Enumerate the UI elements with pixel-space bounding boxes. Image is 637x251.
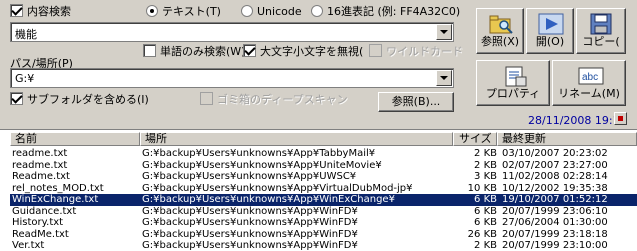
cell-modified: 19/10/2007 01:52:12	[502, 194, 608, 205]
cell-name: readme.txt	[12, 159, 68, 171]
cell-size: 3 KB	[474, 171, 497, 182]
search-query-combo[interactable]: 機能	[10, 22, 454, 42]
open-button[interactable]: 開(O)	[526, 8, 574, 54]
cell-modified: 20/07/1999 23:06:10	[502, 205, 608, 217]
table-row[interactable]: Guidance.txt G:¥backup¥Users¥unknowns¥App…	[10, 206, 637, 218]
column-header-name[interactable]: 名前	[10, 132, 140, 146]
cell-size: 2 KB	[474, 159, 497, 171]
properties-icon	[505, 66, 527, 87]
cell-location: G:¥backup¥Users¥unknowns¥App¥WinFD¥	[142, 205, 358, 217]
table-row[interactable]: Readme.txt G:¥backup¥Users¥unknowns¥App¥U…	[10, 171, 637, 183]
search-query-value: 機能	[15, 28, 37, 41]
cell-name: WinExChange.txt	[12, 194, 99, 205]
cell-modified: 10/12/2002 19:35:38	[502, 182, 608, 194]
table-row[interactable]: History.txt G:¥backup¥Users¥unknowns¥App¥…	[10, 217, 637, 229]
cell-size: 2 KB	[474, 148, 497, 159]
word-only-checkbox[interactable]	[143, 44, 156, 57]
radio-unicode-label: Unicode	[257, 5, 302, 18]
cell-name: ReadMe.txt	[12, 228, 69, 240]
table-row[interactable]: Ver.txt G:¥backup¥Users¥unknowns¥App¥WinF…	[10, 240, 637, 251]
browse-button[interactable]: 参照(X)	[476, 8, 524, 54]
cell-location: G:¥backup¥Users¥unknowns¥App¥WinFD¥	[142, 228, 358, 240]
cell-name: rel_notes_MOD.txt	[12, 182, 104, 194]
path-combo[interactable]: G:¥	[10, 68, 454, 88]
folder-search-icon	[489, 15, 513, 34]
radio-unicode[interactable]	[241, 5, 253, 17]
cell-name: History.txt	[12, 217, 64, 228]
stop-icon	[618, 116, 623, 121]
cell-modified: 03/10/2007 20:23:02	[502, 148, 608, 159]
content-search-label: 内容検索	[27, 5, 71, 18]
results-table: 名前 場所 サイズ 最終更新 readme.txt G:¥backup¥Users…	[0, 129, 637, 251]
copy-button-label: コピー(	[582, 35, 620, 48]
cell-location: G:¥backup¥Users¥unknowns¥App¥WinExChange…	[142, 194, 395, 205]
cell-modified: 20/07/1999 23:10:00	[502, 240, 608, 251]
column-header-size[interactable]: サイズ	[453, 132, 497, 146]
open-button-label: 開(O)	[535, 35, 565, 48]
cell-modified: 20/07/1999 23:18:18	[502, 228, 608, 240]
radio-text[interactable]	[146, 5, 158, 17]
cell-size: 6 KB	[474, 194, 497, 205]
svg-text:abc: abc	[582, 72, 598, 83]
deep-scan-label: ゴミ箱のディープスキャン	[217, 93, 348, 106]
radio-hex[interactable]	[311, 5, 323, 17]
path-value: G:¥	[15, 72, 35, 85]
ignore-case-label: 大文字小文字を無視(	[260, 45, 364, 58]
search-panel: 内容検索 テキスト(T) Unicode 16進表記 (例: FF4A32C0)…	[0, 0, 637, 129]
browse-button-label: 参照(X)	[480, 35, 520, 48]
rename-button[interactable]: abc リネーム(M)	[552, 60, 626, 106]
column-header-modified[interactable]: 最終更新	[497, 132, 637, 146]
rename-button-label: リネーム(M)	[558, 87, 620, 100]
radio-hex-label: 16進表記 (例: FF4A32C0)	[327, 5, 461, 18]
path-browse-button[interactable]: 参照(B)...	[378, 92, 454, 112]
table-row[interactable]: readme.txt G:¥backup¥Users¥unknowns¥App¥T…	[10, 148, 637, 160]
cell-modified: 27/06/2004 01:30:00	[502, 217, 608, 228]
cell-location: G:¥backup¥Users¥unknowns¥App¥WinFD¥	[142, 217, 358, 228]
cell-location: G:¥backup¥Users¥unknowns¥App¥UWSC¥	[142, 171, 357, 182]
table-row[interactable]: rel_notes_MOD.txt G:¥backup¥Users¥unknown…	[10, 183, 637, 195]
timestamp: 28/11/2008 19:11	[528, 114, 627, 127]
floppy-disk-icon	[590, 13, 612, 35]
properties-button-label: プロパティ	[485, 87, 541, 100]
cell-size: 6 KB	[474, 205, 497, 217]
rename-icon: abc	[578, 67, 604, 85]
cell-size: 6 KB	[474, 217, 497, 228]
cell-location: G:¥backup¥Users¥unknowns¥App¥WinFD¥	[142, 240, 358, 251]
cell-modified: 11/02/2008 02:28:14	[502, 171, 608, 182]
cell-location: G:¥backup¥Users¥unknowns¥App¥UniteMovie¥	[142, 159, 382, 171]
radio-text-label: テキスト(T)	[162, 5, 221, 18]
cell-name: Guidance.txt	[12, 205, 77, 217]
chevron-down-icon[interactable]	[436, 24, 452, 40]
content-search-checkbox[interactable]	[10, 4, 23, 17]
chevron-down-icon[interactable]	[436, 70, 452, 86]
cell-location: G:¥backup¥Users¥unknowns¥App¥VirtualDubM…	[142, 182, 413, 194]
wildcard-checkbox[interactable]	[369, 44, 382, 57]
wildcard-label: ワイルドカード	[386, 45, 463, 58]
cell-name: readme.txt	[12, 148, 68, 159]
cell-name: Readme.txt	[12, 171, 70, 182]
copy-button[interactable]: コピー(	[576, 8, 626, 54]
play-icon	[538, 13, 564, 35]
cell-location: G:¥backup¥Users¥unknowns¥App¥TabbyMail¥	[142, 148, 376, 159]
cell-size: 10 KB	[467, 182, 497, 194]
cell-size: 26 KB	[467, 228, 497, 240]
stop-button[interactable]	[614, 112, 627, 125]
cell-size: 2 KB	[474, 240, 497, 251]
table-row[interactable]: readme.txt G:¥backup¥Users¥unknowns¥App¥U…	[10, 160, 637, 172]
cell-name: Ver.txt	[12, 240, 45, 251]
table-row[interactable]: WinExChange.txt G:¥backup¥Users¥unknowns¥…	[10, 194, 637, 206]
word-only-label: 単語のみ検索(W)	[160, 45, 246, 58]
ignore-case-checkbox[interactable]	[243, 44, 256, 57]
column-header-location[interactable]: 場所	[140, 132, 453, 146]
table-row[interactable]: ReadMe.txt G:¥backup¥Users¥unknowns¥App¥W…	[10, 229, 637, 241]
subfolder-label: サブフォルダを含める(I)	[27, 93, 149, 106]
properties-button[interactable]: プロパティ	[476, 60, 550, 106]
deep-scan-checkbox[interactable]	[200, 92, 213, 105]
subfolder-checkbox[interactable]	[10, 92, 23, 105]
cell-modified: 02/07/2007 23:27:00	[502, 159, 608, 171]
